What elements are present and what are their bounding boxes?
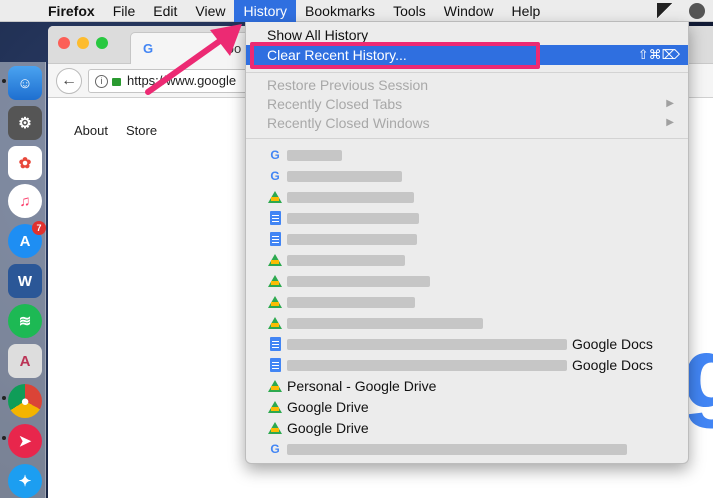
menu-extras	[657, 3, 705, 19]
tray-app-icon[interactable]	[657, 3, 679, 19]
history-entry[interactable]	[246, 313, 688, 334]
redacted-text	[287, 297, 415, 308]
menu-app-firefox[interactable]: Firefox	[44, 0, 104, 22]
menu-separator	[246, 72, 688, 73]
history-entry[interactable]: G	[246, 166, 688, 187]
back-button[interactable]: ←	[56, 68, 82, 94]
history-entry[interactable]	[246, 292, 688, 313]
annotation-highlight-box	[250, 42, 540, 69]
safari-icon[interactable]: ✦	[8, 464, 42, 498]
history-entry[interactable]	[246, 250, 688, 271]
history-entry[interactable]	[246, 229, 688, 250]
history-entry-title: Google Drive	[287, 399, 369, 415]
close-window-button[interactable]	[58, 37, 70, 49]
about-link[interactable]: About	[74, 123, 108, 138]
history-entry[interactable]: G	[246, 145, 688, 166]
google-icon: G	[270, 169, 280, 183]
drive-icon	[268, 422, 282, 434]
redacted-text	[287, 360, 567, 371]
redacted-text	[287, 276, 430, 287]
text-editor-icon[interactable]: A	[8, 344, 42, 378]
system-preferences-icon[interactable]: ⚙	[8, 106, 42, 140]
redacted-text	[287, 339, 567, 350]
history-entry-title: Google Drive	[287, 420, 369, 436]
info-icon[interactable]: i	[95, 75, 108, 89]
docs-icon	[270, 337, 281, 351]
drive-icon	[268, 401, 282, 413]
drive-icon	[268, 317, 282, 329]
restore-session-item[interactable]: Restore Previous Session	[246, 75, 688, 95]
history-entry[interactable]: G	[246, 439, 688, 460]
itunes-icon[interactable]: ♫	[8, 184, 42, 218]
google-icon: G	[270, 148, 280, 162]
running-indicator	[2, 436, 6, 440]
store-link[interactable]: Store	[126, 123, 157, 138]
chrome-icon[interactable]: ●	[8, 384, 42, 418]
menu-bookmarks[interactable]: Bookmarks	[296, 0, 384, 22]
app-store-icon[interactable]: A7	[8, 221, 46, 258]
history-entry[interactable]	[246, 187, 688, 208]
history-entry-title: Google Docs	[572, 357, 653, 373]
menu-separator	[246, 138, 688, 139]
redacted-text	[287, 150, 342, 161]
drive-icon	[268, 275, 282, 287]
submenu-arrow-icon: ▶	[666, 98, 674, 109]
history-menu: Show All History Clear Recent History...…	[245, 22, 689, 464]
redacted-text	[287, 318, 483, 329]
docs-icon	[270, 358, 281, 372]
history-entry[interactable]: Personal - Google Drive	[246, 376, 688, 397]
menu-history[interactable]: History	[234, 0, 297, 22]
history-entry[interactable]	[246, 271, 688, 292]
history-entry[interactable]: Google Drive	[246, 418, 688, 439]
creative-cloud-icon[interactable]	[689, 3, 705, 19]
menu-bar: Firefox File Edit View History Bookmarks…	[0, 0, 713, 22]
recently-closed-windows-label: Recently Closed Windows	[267, 115, 430, 131]
history-entry-title: Personal - Google Drive	[287, 378, 437, 394]
drive-icon	[268, 191, 282, 203]
history-entry-title: Google Docs	[572, 336, 653, 352]
lock-icon	[112, 77, 121, 86]
recently-closed-tabs-item[interactable]: Recently Closed Tabs ▶	[246, 94, 688, 114]
redacted-text	[287, 192, 414, 203]
spotify-icon[interactable]: ≋	[8, 304, 42, 338]
notification-badge: 7	[32, 221, 46, 235]
finder-icon[interactable]: ☺	[8, 66, 42, 100]
redacted-text	[287, 213, 419, 224]
airmail-icon[interactable]: ➤	[8, 424, 42, 458]
redacted-text	[287, 171, 402, 182]
menu-help[interactable]: Help	[503, 0, 550, 22]
menu-file[interactable]: File	[104, 0, 145, 22]
history-entry[interactable]: Google Drive	[246, 397, 688, 418]
google-icon: G	[270, 442, 280, 456]
drive-icon	[268, 254, 282, 266]
redacted-text	[287, 444, 627, 455]
history-entry[interactable]: Google Docs	[246, 355, 688, 376]
docs-icon	[270, 232, 281, 246]
menu-tools[interactable]: Tools	[384, 0, 435, 22]
running-indicator	[2, 79, 6, 83]
google-top-links: About Store	[74, 123, 157, 138]
menu-view[interactable]: View	[186, 0, 234, 22]
annotation-arrow-icon	[145, 24, 242, 95]
history-entry[interactable]: Google Docs	[246, 334, 688, 355]
zoom-window-button[interactable]	[96, 37, 108, 49]
word-icon[interactable]: W	[8, 264, 42, 298]
drive-icon	[268, 380, 282, 392]
photos-icon[interactable]: ✿	[8, 146, 42, 180]
drive-icon	[268, 296, 282, 308]
minimize-window-button[interactable]	[77, 37, 89, 49]
recently-closed-tabs-label: Recently Closed Tabs	[267, 96, 403, 112]
dock: ☺ ⚙ ✿ ♫ A7 W ≋ A ● ➤ ✦	[0, 62, 46, 498]
docs-icon	[270, 211, 281, 225]
redacted-text	[287, 234, 417, 245]
running-indicator	[2, 396, 6, 400]
submenu-arrow-icon: ▶	[666, 117, 674, 128]
redacted-text	[287, 255, 405, 266]
recently-closed-windows-item[interactable]: Recently Closed Windows ▶	[246, 113, 688, 133]
menu-window[interactable]: Window	[435, 0, 503, 22]
menu-edit[interactable]: Edit	[144, 0, 186, 22]
history-entry[interactable]	[246, 208, 688, 229]
keyboard-shortcut: ⇧⌘⌦	[637, 47, 680, 62]
